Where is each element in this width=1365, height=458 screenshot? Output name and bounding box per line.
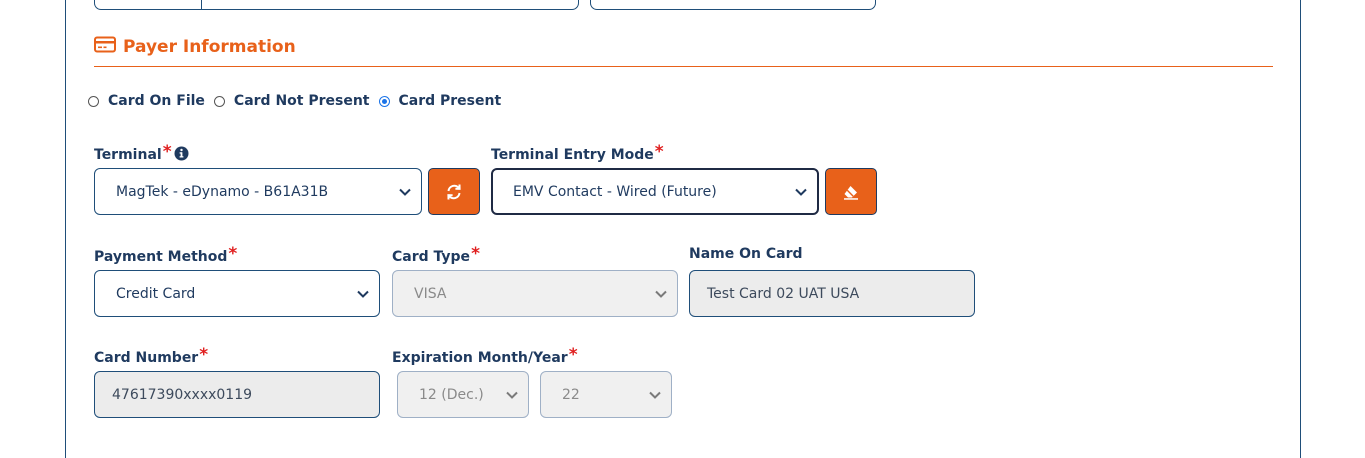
name-on-card-value: Test Card 02 UAT USA bbox=[707, 285, 860, 302]
terminal-label: Terminal* bbox=[94, 142, 189, 165]
card-number-label-text: Card Number bbox=[94, 350, 199, 366]
card-type-label-text: Card Type bbox=[392, 249, 471, 265]
required-mark: * bbox=[471, 244, 480, 264]
radio-label: Card Not Present bbox=[233, 93, 370, 109]
terminal-label-text: Terminal bbox=[94, 147, 162, 163]
refresh-button[interactable] bbox=[428, 168, 480, 215]
refresh-icon bbox=[447, 183, 461, 200]
entry-mode-label-text: Terminal Entry Mode bbox=[491, 147, 654, 163]
name-on-card-label: Name On Card bbox=[689, 246, 803, 262]
card-number-label: Card Number* bbox=[94, 345, 209, 367]
section-title: Payer Information bbox=[123, 36, 296, 57]
info-icon[interactable] bbox=[174, 146, 189, 165]
payment-method-select-value: Credit Card bbox=[116, 285, 196, 302]
eraser-button[interactable] bbox=[825, 168, 877, 215]
top-field-right[interactable] bbox=[590, 0, 876, 10]
required-mark: * bbox=[568, 345, 578, 365]
payment-method-select[interactable]: Credit Card bbox=[94, 270, 380, 317]
radio-circle[interactable] bbox=[378, 95, 390, 107]
required-mark: * bbox=[228, 244, 238, 264]
chevron-down-icon bbox=[399, 188, 411, 196]
terminal-select-value: MagTek - eDynamo - B61A31B bbox=[116, 183, 329, 200]
name-on-card-input[interactable]: Test Card 02 UAT USA bbox=[689, 270, 975, 317]
payment-method-label-text: Payment Method bbox=[94, 249, 228, 265]
terminal-select[interactable]: MagTek - eDynamo - B61A31B bbox=[94, 168, 422, 215]
section-divider bbox=[94, 66, 1273, 67]
radio-card-present[interactable]: Card Present bbox=[378, 93, 502, 109]
entry-mode-label: Terminal Entry Mode* bbox=[491, 142, 664, 164]
card-number-value: 47617390xxxx0119 bbox=[112, 386, 253, 403]
required-mark: * bbox=[199, 345, 209, 365]
radio-label: Card Present bbox=[398, 93, 502, 109]
top-field-divider bbox=[201, 0, 202, 10]
radio-circle[interactable] bbox=[88, 95, 99, 107]
expiration-year-select[interactable]: 22 bbox=[540, 371, 672, 418]
radio-card-not-present[interactable]: Card Not Present bbox=[213, 93, 370, 109]
expiration-label-text: Expiration Month/Year bbox=[392, 350, 568, 366]
radio-label: Card On File bbox=[108, 93, 205, 109]
chevron-down-icon bbox=[506, 391, 518, 399]
eraser-icon bbox=[844, 185, 858, 200]
top-field-left[interactable] bbox=[94, 0, 579, 10]
expiration-year-value: 22 bbox=[562, 386, 580, 403]
chevron-down-icon bbox=[649, 391, 661, 399]
required-mark: * bbox=[162, 142, 172, 162]
chevron-down-icon bbox=[357, 290, 369, 298]
expiration-month-select[interactable]: 12 (Dec.) bbox=[397, 371, 529, 418]
credit-card-icon bbox=[94, 36, 116, 57]
entry-mode-select-value: EMV Contact - Wired (Future) bbox=[513, 183, 717, 200]
expiration-label: Expiration Month/Year* bbox=[392, 345, 578, 367]
card-mode-radio-group: Card On File Card Not Present Card Prese… bbox=[88, 93, 510, 109]
radio-card-on-file[interactable]: Card On File bbox=[88, 93, 205, 109]
expiration-month-value: 12 (Dec.) bbox=[419, 386, 484, 403]
section-header: Payer Information bbox=[94, 36, 296, 57]
card-type-select[interactable]: VISA bbox=[392, 270, 678, 317]
card-type-select-value: VISA bbox=[414, 285, 447, 302]
required-mark: * bbox=[654, 142, 664, 162]
payment-method-label: Payment Method* bbox=[94, 244, 238, 266]
chevron-down-icon bbox=[655, 290, 667, 298]
card-number-input[interactable]: 47617390xxxx0119 bbox=[94, 371, 380, 418]
name-on-card-label-text: Name On Card bbox=[689, 246, 803, 262]
radio-circle[interactable] bbox=[213, 95, 225, 107]
chevron-down-icon bbox=[795, 188, 807, 196]
card-type-label: Card Type* bbox=[392, 244, 480, 266]
entry-mode-select[interactable]: EMV Contact - Wired (Future) bbox=[491, 168, 819, 215]
